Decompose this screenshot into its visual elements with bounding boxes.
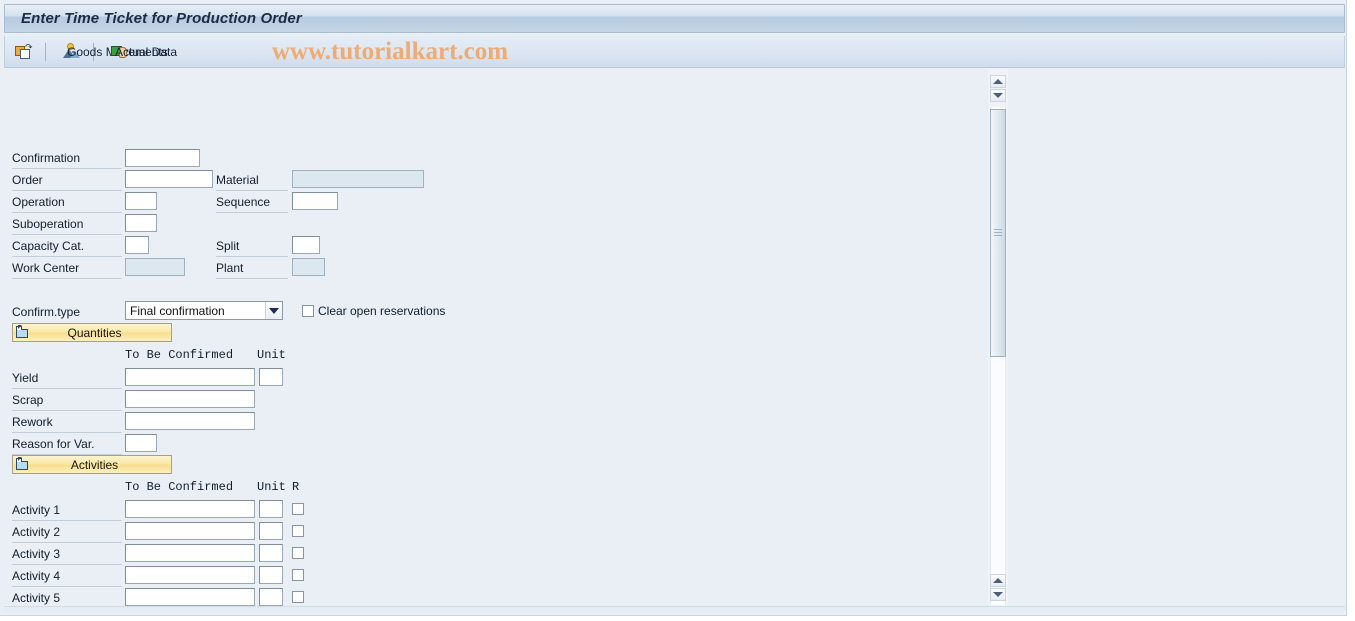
plant-input <box>292 258 325 276</box>
rework-input[interactable] <box>125 412 255 430</box>
operation-input[interactable] <box>125 192 157 210</box>
activity-4-r-checkbox[interactable] <box>292 569 304 581</box>
scrap-input[interactable] <box>125 390 255 408</box>
label-confirm-type: Confirm.type <box>12 305 81 319</box>
confirm-type-value: Final confirmation <box>130 303 225 318</box>
label-suboperation: Suboperation <box>12 213 122 235</box>
sequence-input[interactable] <box>292 192 338 210</box>
quantities-col-to-be-confirmed: To Be Confirmed <box>125 348 234 362</box>
activity-3-unit-input[interactable] <box>259 544 283 562</box>
activity-5-unit-input[interactable] <box>259 588 283 606</box>
activity-4-unit-input[interactable] <box>259 566 283 584</box>
label-work-center: Work Center <box>12 257 122 279</box>
label-activity-1: Activity 1 <box>12 499 122 521</box>
goods-movements-button[interactable]: Goods Movements <box>57 40 168 64</box>
quantities-col-unit: Unit <box>257 348 286 362</box>
material-input <box>292 170 424 188</box>
scrollbar-grip-icon <box>994 229 1002 237</box>
yield-input[interactable] <box>125 368 255 386</box>
capacity-cat-input[interactable] <box>125 236 149 254</box>
label-order: Order <box>12 169 122 191</box>
label-confirmation: Confirmation <box>12 147 122 169</box>
label-material: Material <box>216 169 288 191</box>
work-center-input <box>125 258 185 276</box>
quantities-group-label: Quantities <box>67 325 122 340</box>
split-input[interactable] <box>292 236 320 254</box>
label-scrap: Scrap <box>12 389 122 411</box>
form-content-area: Confirmation Order Material Operation Se… <box>4 69 989 606</box>
activity-1-unit-input[interactable] <box>259 500 283 518</box>
sap-window: Enter Time Ticket for Production Order ↷… <box>0 0 1347 616</box>
clear-open-reservations-label: Clear open reservations <box>318 304 446 318</box>
activity-4-input[interactable] <box>125 566 255 584</box>
chevron-down-icon[interactable] <box>265 302 282 319</box>
label-activity-5: Activity 5 <box>12 587 122 606</box>
scroll-down-icon-bottom[interactable] <box>990 588 1006 601</box>
label-activity-4: Activity 4 <box>12 565 122 587</box>
vertical-scrollbar[interactable] <box>988 69 1008 606</box>
yield-unit-input[interactable] <box>259 368 283 386</box>
label-split: Split <box>216 235 288 257</box>
label-capacity-cat: Capacity Cat. <box>12 235 122 257</box>
activities-group-label: Activities <box>70 457 119 472</box>
toolbar-separator <box>45 42 46 61</box>
suboperation-input[interactable] <box>125 214 157 232</box>
clear-open-reservations-checkbox[interactable] <box>302 305 314 317</box>
application-toolbar: ↷ Goods Movements Actual Data <box>4 36 1345 68</box>
activities-col-unit: Unit <box>257 480 286 494</box>
activity-1-input[interactable] <box>125 500 255 518</box>
label-yield: Yield <box>12 367 122 389</box>
activities-group-header[interactable]: Activities <box>12 455 172 474</box>
quantities-group-header[interactable]: Quantities <box>12 323 172 342</box>
actual-data-label: Actual Data <box>115 44 178 59</box>
confirm-type-dropdown[interactable]: Final confirmation <box>125 301 283 320</box>
activity-3-r-checkbox[interactable] <box>292 547 304 559</box>
label-operation: Operation <box>12 191 122 213</box>
activity-5-input[interactable] <box>125 588 255 606</box>
label-rework: Rework <box>12 411 122 433</box>
collapse-folder-icon[interactable] <box>15 457 30 472</box>
label-reason-for-var: Reason for Var. <box>12 433 122 455</box>
scrollbar-thumb[interactable] <box>990 109 1006 357</box>
scroll-up-icon[interactable] <box>990 75 1006 88</box>
activity-2-r-checkbox[interactable] <box>292 525 304 537</box>
activity-2-unit-input[interactable] <box>259 522 283 540</box>
page-title: Enter Time Ticket for Production Order <box>21 10 302 27</box>
status-strip <box>4 606 1345 612</box>
label-activity-2: Activity 2 <box>12 521 122 543</box>
window-titlebar: Enter Time Ticket for Production Order <box>4 4 1345 33</box>
confirmation-input[interactable] <box>125 149 200 167</box>
activity-3-input[interactable] <box>125 544 255 562</box>
activity-1-r-checkbox[interactable] <box>292 503 304 515</box>
create-button[interactable]: ↷ <box>9 40 38 64</box>
label-activity-3: Activity 3 <box>12 543 122 565</box>
label-plant: Plant <box>216 257 288 279</box>
activities-col-to-be-confirmed: To Be Confirmed <box>125 480 234 494</box>
activities-col-r: R <box>292 480 300 494</box>
order-input[interactable] <box>125 170 213 188</box>
activity-5-r-checkbox[interactable] <box>292 591 304 603</box>
scroll-down-icon[interactable] <box>990 89 1006 102</box>
collapse-folder-icon[interactable] <box>15 325 30 340</box>
scroll-up-icon-bottom[interactable] <box>990 574 1006 587</box>
reason-for-var-input[interactable] <box>125 434 157 452</box>
label-sequence: Sequence <box>216 191 288 213</box>
activity-2-input[interactable] <box>125 522 255 540</box>
copy-create-icon: ↷ <box>15 43 33 60</box>
